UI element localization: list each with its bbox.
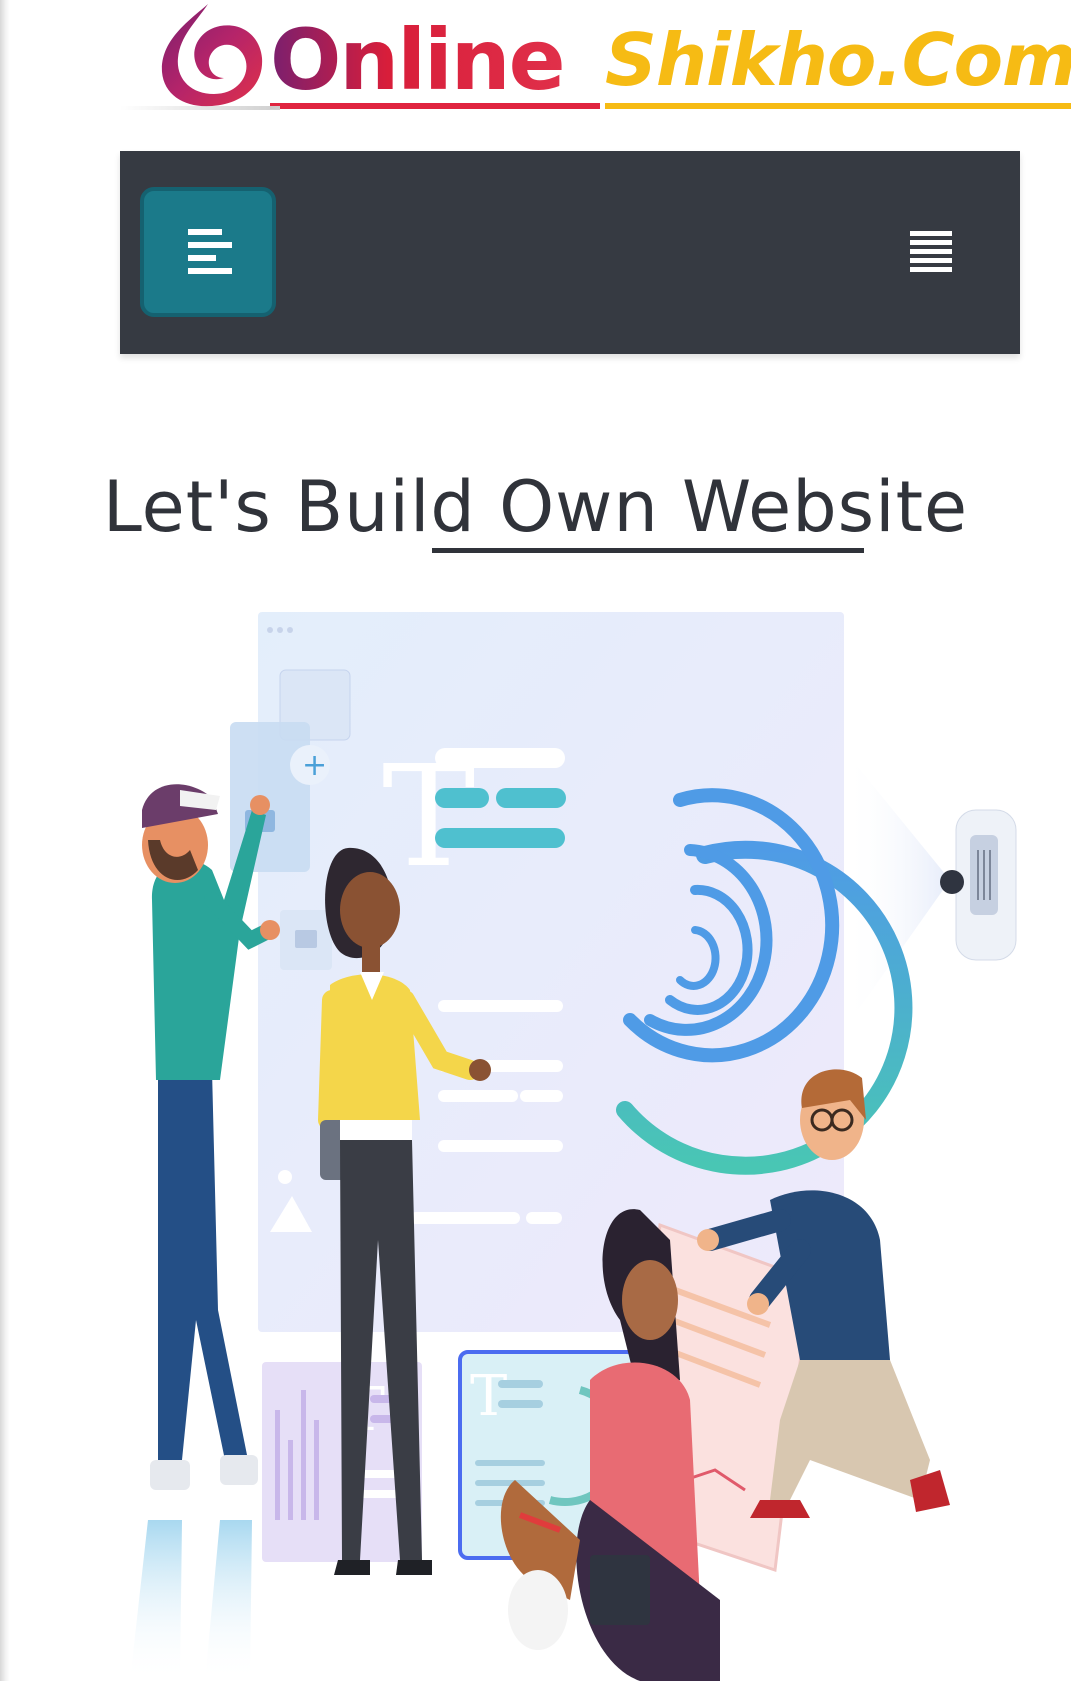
logo-flame-icon xyxy=(161,4,263,107)
align-left-icon xyxy=(188,229,232,275)
person-cap-man xyxy=(130,784,280,1681)
hamburger-menu-button[interactable] xyxy=(910,231,952,277)
browser-edge xyxy=(0,0,10,1681)
logo-underline-yellow xyxy=(605,103,1071,109)
site-logo[interactable]: Online Shikho.Com xyxy=(120,0,1071,120)
logo-underline-red xyxy=(270,103,600,109)
svg-text:T: T xyxy=(470,1364,507,1429)
logo-shadow xyxy=(120,106,280,110)
website-builder-illustration: + T T xyxy=(130,612,1017,1681)
top-navbar xyxy=(120,151,1020,354)
logo-text-shikho: Shikho.Com xyxy=(605,18,1071,102)
sidebar-toggle-button[interactable] xyxy=(140,187,276,317)
svg-text:+: + xyxy=(302,748,327,783)
hero-illustration: + T T xyxy=(120,600,1020,1681)
hero-heading: Let's Build Own Website xyxy=(102,466,969,548)
logo-text-online: Online xyxy=(270,11,566,109)
heading-underline xyxy=(432,548,864,553)
